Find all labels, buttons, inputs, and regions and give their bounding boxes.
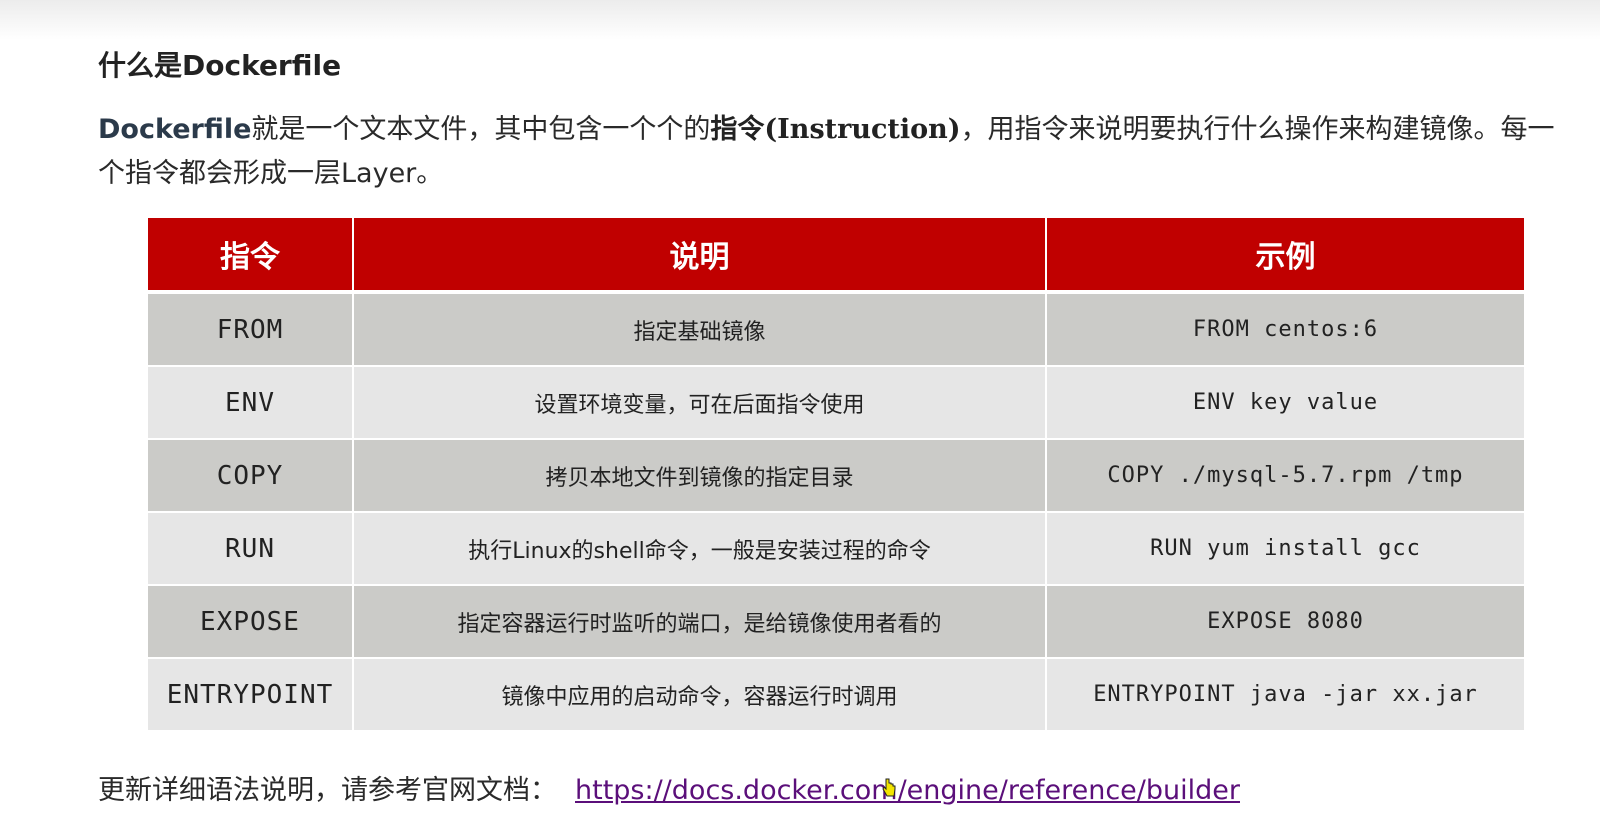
example-cell: ENTRYPOINT java -jar xx.jar — [1047, 659, 1524, 732]
table-row: EXPOSE 指定容器运行时监听的端口，是给镜像使用者看的 EXPOSE 808… — [148, 586, 1524, 659]
instruction-table: 指令 说明 示例 FROM 指定基础镜像 FROM centos:6 ENV 设… — [148, 218, 1524, 732]
instruction-cell: ENTRYPOINT — [148, 659, 354, 732]
table-header-row: 指令 说明 示例 — [148, 218, 1524, 294]
example-cell: COPY ./mysql-5.7.rpm /tmp — [1047, 440, 1524, 513]
table-row: ENTRYPOINT 镜像中应用的启动命令，容器运行时调用 ENTRYPOINT… — [148, 659, 1524, 732]
description-cell: 指定基础镜像 — [354, 294, 1047, 367]
instruction-cell: ENV — [148, 367, 354, 440]
instruction-cell: RUN — [148, 513, 354, 586]
footer-text: 更新详细语法说明，请参考官网文档： — [98, 775, 557, 806]
intro-text-1: 就是一个文本文件，其中包含一个个的 — [251, 114, 711, 145]
description-cell: 设置环境变量，可在后面指令使用 — [354, 367, 1047, 440]
header-instruction: 指令 — [148, 218, 354, 294]
intro-instruction-term: 指令(Instruction) — [710, 114, 961, 145]
description-cell: 指定容器运行时监听的端口，是给镜像使用者看的 — [354, 586, 1047, 659]
instruction-cell: EXPOSE — [148, 586, 354, 659]
example-cell: RUN yum install gcc — [1047, 513, 1524, 586]
hand-cursor-icon — [882, 778, 896, 797]
table-row: ENV 设置环境变量，可在后面指令使用 ENV key value — [148, 367, 1524, 440]
intro-dockerfile-term: Dockerfile — [98, 114, 252, 145]
description-cell: 镜像中应用的启动命令，容器运行时调用 — [354, 659, 1047, 732]
description-cell: 拷贝本地文件到镜像的指定目录 — [354, 440, 1047, 513]
description-cell: 执行Linux的shell命令，一般是安装过程的命令 — [354, 513, 1047, 586]
docs-link[interactable]: https://docs.docker.com/engine/reference… — [575, 775, 1240, 806]
example-cell: FROM centos:6 — [1047, 294, 1524, 367]
top-shade — [0, 0, 1600, 40]
instruction-cell: FROM — [148, 294, 354, 367]
example-cell: EXPOSE 8080 — [1047, 586, 1524, 659]
table-row: FROM 指定基础镜像 FROM centos:6 — [148, 294, 1524, 367]
header-example: 示例 — [1047, 218, 1524, 294]
footer-note: 更新详细语法说明，请参考官网文档： https://docs.docker.com… — [98, 768, 1240, 807]
table-row: COPY 拷贝本地文件到镜像的指定目录 COPY ./mysql-5.7.rpm… — [148, 440, 1524, 513]
example-cell: ENV key value — [1047, 367, 1524, 440]
table-row: RUN 执行Linux的shell命令，一般是安装过程的命令 RUN yum i… — [148, 513, 1524, 586]
intro-paragraph: Dockerfile就是一个文本文件，其中包含一个个的指令(Instructio… — [98, 108, 1558, 196]
section-heading: 什么是Dockerfile — [98, 49, 342, 82]
instruction-cell: COPY — [148, 440, 354, 513]
header-description: 说明 — [354, 218, 1047, 294]
